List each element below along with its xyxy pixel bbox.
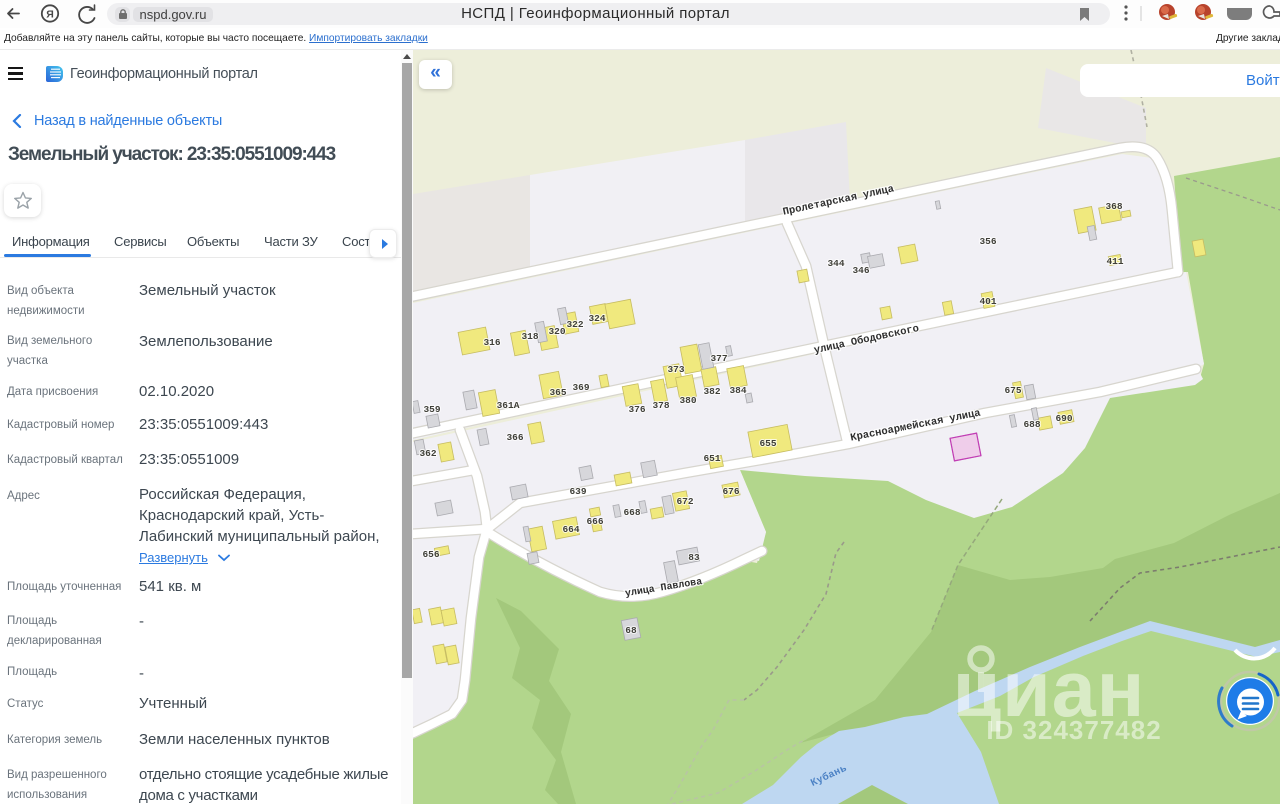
svg-text:377: 377 <box>710 353 727 364</box>
svg-text:380: 380 <box>679 395 696 406</box>
svg-text:346: 346 <box>852 265 869 276</box>
svg-text:411: 411 <box>1106 256 1123 267</box>
svg-text:373: 373 <box>667 364 684 375</box>
svg-text:361A: 361A <box>497 400 520 411</box>
svg-text:356: 356 <box>979 236 996 247</box>
svg-text:Я: Я <box>46 9 54 21</box>
svg-text:688: 688 <box>1023 419 1040 430</box>
svg-text:ID 324377482: ID 324377482 <box>986 715 1161 745</box>
svg-text:365: 365 <box>549 387 566 398</box>
svg-text:68: 68 <box>625 625 637 636</box>
svg-text:362: 362 <box>419 448 436 459</box>
svg-text:322: 322 <box>566 319 583 330</box>
svg-text:401: 401 <box>979 296 996 307</box>
svg-text:369: 369 <box>572 382 589 393</box>
svg-text:672: 672 <box>676 496 693 507</box>
svg-text:675: 675 <box>1004 385 1021 396</box>
svg-text:344: 344 <box>827 258 844 269</box>
svg-text:676: 676 <box>722 486 739 497</box>
svg-text:664: 664 <box>562 524 579 535</box>
svg-text:639: 639 <box>569 486 586 497</box>
svg-text:320: 320 <box>548 326 565 337</box>
svg-text:655: 655 <box>759 438 776 449</box>
svg-text:651: 651 <box>703 453 720 464</box>
svg-text:690: 690 <box>1055 413 1072 424</box>
svg-text:83: 83 <box>688 552 700 563</box>
svg-text:384: 384 <box>729 385 746 396</box>
svg-text:316: 316 <box>483 337 500 348</box>
svg-text:382: 382 <box>703 386 720 397</box>
svg-text:368: 368 <box>1105 201 1122 212</box>
svg-text:668: 668 <box>623 507 640 518</box>
svg-text:666: 666 <box>586 516 603 527</box>
svg-text:656: 656 <box>422 549 439 560</box>
svg-text:376: 376 <box>628 404 645 415</box>
svg-text:359: 359 <box>423 404 440 415</box>
svg-text:324: 324 <box>588 313 605 324</box>
svg-text:318: 318 <box>521 331 538 342</box>
svg-text:366: 366 <box>506 432 523 443</box>
svg-text:378: 378 <box>652 400 669 411</box>
